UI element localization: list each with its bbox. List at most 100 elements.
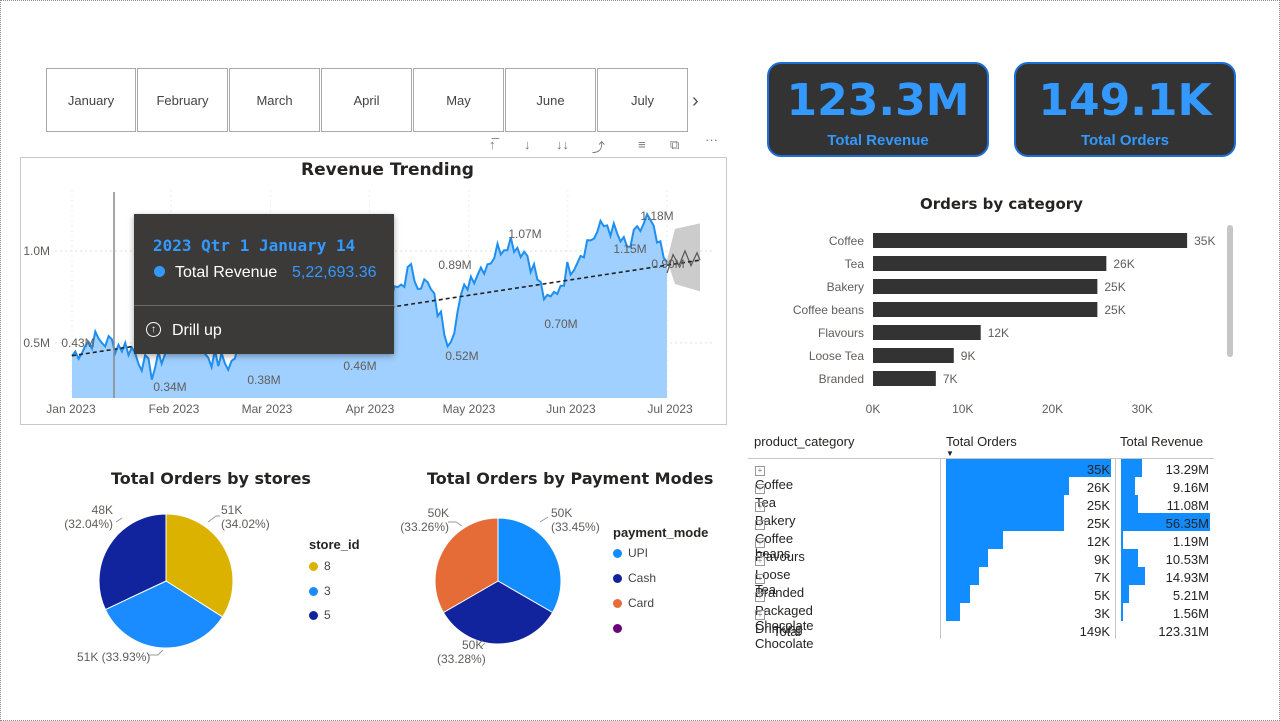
orders-value: 5K bbox=[1094, 588, 1110, 603]
x-tick-label: 30K bbox=[1132, 402, 1153, 416]
orders-data-bar bbox=[946, 549, 989, 567]
legend-dot-icon bbox=[309, 562, 318, 572]
revenue-value: 10.53M bbox=[1165, 552, 1209, 567]
total-revenue: 123.31M bbox=[1158, 624, 1209, 639]
scrollbar[interactable] bbox=[1227, 225, 1233, 357]
tooltip: 2023 Qtr 1 January 14 Total Revenue 5,22… bbox=[134, 214, 394, 354]
drill-up-button[interactable]: Drill up bbox=[172, 322, 222, 340]
expand-icon[interactable]: + bbox=[755, 519, 765, 530]
legend-item[interactable]: 8 bbox=[309, 559, 331, 573]
expand-icon[interactable]: + bbox=[755, 501, 765, 512]
y-tick-label: 1.0M bbox=[23, 244, 50, 258]
bar[interactable] bbox=[873, 233, 1188, 248]
legend-item[interactable]: 5 bbox=[309, 608, 331, 622]
tooltip-series-label: Total Revenue bbox=[175, 264, 278, 281]
expand-icon[interactable]: + bbox=[755, 573, 765, 584]
bar[interactable] bbox=[873, 256, 1107, 271]
data-label: 0.52M bbox=[445, 349, 478, 363]
bar-value-label: 35K bbox=[1194, 234, 1215, 248]
data-label: 1.15M bbox=[613, 242, 646, 256]
data-label: 0.89M bbox=[438, 258, 471, 272]
x-tick-label: 10K bbox=[952, 402, 973, 416]
y-tick-label: 0.5M bbox=[23, 336, 50, 350]
orders-data-bar bbox=[946, 585, 970, 603]
data-label: 0.90M bbox=[651, 257, 684, 271]
legend-item[interactable]: 3 bbox=[309, 584, 331, 598]
tooltip-value: 5,22,693.36 bbox=[292, 264, 377, 281]
leader-line bbox=[448, 521, 463, 527]
expand-icon[interactable]: + bbox=[755, 483, 765, 494]
expand-icon[interactable]: + bbox=[755, 465, 765, 476]
divider bbox=[1115, 459, 1116, 639]
legend-item[interactable] bbox=[613, 621, 628, 635]
divider bbox=[940, 459, 941, 639]
x-tick-label: 20K bbox=[1042, 402, 1063, 416]
x-tick-label: Jun 2023 bbox=[546, 402, 596, 416]
sort-desc-icon[interactable]: ▼ bbox=[946, 449, 954, 458]
pie-chart: 50K(33.45%)50K(33.28%)50K(33.26%) bbox=[400, 506, 599, 666]
bar-chart: Coffee 35K Tea 26K Bakery 25K Coffee beans 25K F… bbox=[793, 233, 1215, 416]
leader-line bbox=[539, 516, 549, 523]
column-header-revenue[interactable]: Total Revenue bbox=[1120, 434, 1203, 449]
legend-dot-icon bbox=[613, 574, 622, 584]
bar[interactable] bbox=[873, 279, 1098, 294]
column-header-category[interactable]: product_category bbox=[754, 434, 854, 449]
data-label: 0.43M bbox=[61, 336, 94, 350]
orders-value: 25K bbox=[1086, 516, 1110, 531]
bar-value-label: 25K bbox=[1104, 303, 1125, 317]
x-tick-label: Feb 2023 bbox=[149, 402, 200, 416]
expand-icon[interactable]: + bbox=[755, 555, 765, 566]
bar-value-label: 9K bbox=[961, 349, 976, 363]
chart-title: Total Orders by stores bbox=[111, 469, 311, 488]
revenue-value: 1.19M bbox=[1172, 534, 1209, 549]
legend-item[interactable]: Card bbox=[613, 596, 654, 610]
legend-dot-icon bbox=[613, 624, 622, 634]
legend-label: Card bbox=[628, 596, 655, 610]
bar-value-label: 12K bbox=[988, 326, 1009, 340]
revenue-value: 56.35M bbox=[1165, 516, 1209, 531]
legend-dot-icon bbox=[309, 587, 318, 597]
column-header-orders[interactable]: Total Orders bbox=[946, 434, 1017, 449]
legend-item[interactable]: Cash bbox=[613, 571, 656, 585]
orders-value: 7K bbox=[1094, 570, 1110, 585]
leader-line bbox=[207, 515, 220, 523]
bar[interactable] bbox=[873, 302, 1098, 317]
slice-percent-label: (32.04%) bbox=[64, 517, 113, 531]
slice-percent-label: (33.28%) bbox=[437, 652, 486, 666]
drill-up-icon[interactable]: ↑ bbox=[146, 322, 161, 337]
slice-label: 51K bbox=[221, 503, 242, 517]
category-label: Loose Tea bbox=[809, 349, 864, 363]
data-label: 0.70M bbox=[544, 317, 577, 331]
bar[interactable] bbox=[873, 348, 954, 363]
expand-icon[interactable]: + bbox=[755, 591, 765, 602]
data-label: 0.38M bbox=[247, 373, 280, 387]
x-tick-label: Jan 2023 bbox=[46, 402, 96, 416]
revenue-value: 1.56M bbox=[1172, 606, 1209, 621]
revenue-value: 14.93M bbox=[1165, 570, 1209, 585]
expand-icon[interactable]: + bbox=[755, 609, 765, 620]
legend-label: Cash bbox=[628, 571, 657, 585]
revenue-data-bar bbox=[1121, 531, 1123, 549]
pie-chart: 51K(34.02%) 51K (33.93%) 48K(32.04%) bbox=[64, 503, 269, 664]
legend-title: store_id bbox=[309, 537, 360, 552]
orders-value: 3K bbox=[1094, 606, 1110, 621]
legend-dot-icon bbox=[613, 599, 622, 609]
revenue-value: 11.08M bbox=[1166, 498, 1209, 513]
x-tick-label: May 2023 bbox=[443, 402, 496, 416]
slice-label: 48K bbox=[92, 503, 113, 517]
slice-label: 50K bbox=[462, 638, 483, 652]
slice-percent-label: (34.02%) bbox=[221, 517, 270, 531]
revenue-value: 9.16M bbox=[1172, 480, 1209, 495]
leader-line bbox=[149, 649, 164, 656]
x-tick-label: Mar 2023 bbox=[242, 402, 293, 416]
category-label: Bakery bbox=[827, 280, 864, 294]
bar[interactable] bbox=[873, 371, 936, 386]
orders-data-bar bbox=[946, 567, 979, 585]
legend-label: 8 bbox=[324, 559, 331, 573]
bar[interactable] bbox=[873, 325, 981, 340]
legend-item[interactable]: UPI bbox=[613, 546, 648, 560]
category-label: Tea bbox=[845, 257, 865, 271]
chart-title: Total Orders by Payment Modes bbox=[427, 469, 714, 488]
expand-icon[interactable]: + bbox=[755, 537, 765, 548]
category-label: Coffee bbox=[829, 234, 864, 248]
